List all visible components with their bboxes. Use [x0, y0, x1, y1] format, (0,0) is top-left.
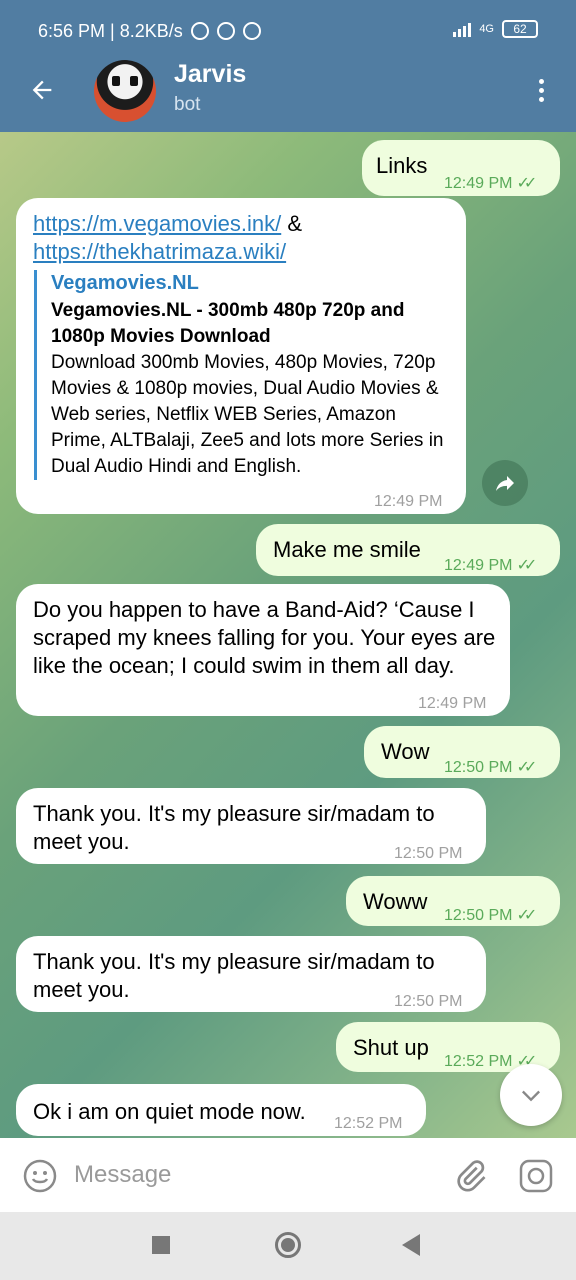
message-outgoing[interactable]: Links 12:49 PM ✓✓ — [362, 140, 560, 196]
message-incoming[interactable]: Do you happen to have a Band-Aid? ‘Cause… — [16, 584, 510, 716]
message-text: Shut up — [353, 1035, 429, 1060]
message-time: 12:52 PM — [444, 1053, 513, 1070]
message-meta: 12:50 PM ✓✓ — [444, 902, 537, 930]
message-input-bar — [0, 1138, 576, 1212]
app-notification-icon — [242, 22, 261, 40]
preview-title: Vegamovies.NL - 300mb 480p 720p and 1080… — [51, 300, 405, 347]
link-khatrimaza[interactable]: https://thekhatrimaza.wiki/ — [33, 239, 286, 264]
battery-icon: 62 — [502, 20, 538, 38]
message-incoming[interactable]: Thank you. It's my pleasure sir/madam to… — [16, 788, 486, 864]
message-outgoing[interactable]: Wow 12:50 PM ✓✓ — [364, 726, 560, 778]
chat-area[interactable]: Links 12:49 PM ✓✓ https://m.vegamovies.i… — [0, 132, 576, 1138]
message-incoming-link[interactable]: https://m.vegamovies.ink/ & https://thek… — [16, 198, 466, 514]
message-links: https://m.vegamovies.ink/ & https://thek… — [33, 210, 453, 266]
chat-title[interactable]: Jarvis — [174, 60, 246, 89]
back-button[interactable] — [24, 72, 60, 108]
link-separator: & — [281, 211, 303, 236]
message-text: Woww — [363, 889, 428, 914]
message-time: 12:49 PM — [374, 493, 443, 510]
preview-site: Vegamovies.NL — [51, 272, 199, 294]
message-time: 12:49 PM — [444, 557, 513, 574]
message-meta: 12:50 PM — [394, 840, 462, 868]
message-time: 12:49 PM — [418, 695, 487, 712]
emoji-icon — [23, 1159, 57, 1193]
message-text: Ok i am on quiet mode now. — [33, 1099, 306, 1124]
chat-toolbar: Jarvis bot — [0, 58, 576, 132]
message-time: 12:50 PM — [394, 993, 463, 1010]
double-check-icon: ✓✓ — [516, 557, 537, 574]
status-right: 4G 62 — [453, 20, 538, 38]
double-check-icon: ✓✓ — [516, 175, 537, 192]
share-icon — [496, 476, 514, 491]
paperclip-icon — [457, 1160, 486, 1192]
message-time: 12:52 PM — [334, 1115, 403, 1132]
recent-apps-button[interactable] — [152, 1236, 170, 1254]
status-left: 6:56 PM | 8.2KB/s — [38, 21, 261, 42]
message-meta: 12:50 PM ✓✓ — [444, 754, 537, 782]
attach-button[interactable] — [452, 1158, 488, 1194]
network-label: 4G — [479, 23, 494, 35]
share-button[interactable] — [482, 460, 528, 506]
message-time: 12:50 PM — [444, 759, 513, 776]
message-meta: 12:49 PM ✓✓ — [444, 552, 537, 580]
double-check-icon: ✓✓ — [516, 759, 537, 776]
message-meta: 12:49 PM — [374, 488, 442, 516]
alarm-icon — [190, 22, 209, 40]
link-vegamovies[interactable]: https://m.vegamovies.ink/ — [33, 211, 281, 236]
message-outgoing[interactable]: Woww 12:50 PM ✓✓ — [346, 876, 560, 926]
status-time: 6:56 PM | 8.2KB/s — [38, 20, 183, 41]
message-time: 12:50 PM — [444, 907, 513, 924]
status-bar: 6:56 PM | 8.2KB/s 4G 62 — [0, 0, 576, 62]
chevron-down-icon — [522, 1090, 540, 1102]
camera-button[interactable] — [518, 1158, 558, 1194]
message-time: 12:50 PM — [394, 845, 463, 862]
message-meta: 12:50 PM — [394, 988, 462, 1016]
message-text: Make me smile — [273, 537, 421, 562]
chat-subtitle: bot — [174, 94, 201, 115]
message-meta: 12:52 PM — [334, 1110, 402, 1138]
message-text: Links — [376, 153, 428, 178]
preview-description: Download 300mb Movies, 480p Movies, 720p… — [51, 352, 444, 477]
app-header: 6:56 PM | 8.2KB/s 4G 62 Jarvis bot — [0, 0, 576, 132]
signal-icon — [453, 21, 472, 37]
message-meta: 12:49 PM — [418, 690, 486, 718]
message-text: Do you happen to have a Band-Aid? ‘Cause… — [33, 597, 496, 678]
instagram-camera-icon — [519, 1159, 553, 1193]
sync-icon — [216, 22, 235, 40]
home-button[interactable] — [275, 1232, 301, 1258]
emoji-button[interactable] — [22, 1158, 58, 1194]
battery-level: 62 — [513, 22, 527, 36]
avatar[interactable] — [94, 60, 156, 122]
message-incoming[interactable]: Thank you. It's my pleasure sir/madam to… — [16, 936, 486, 1012]
message-incoming[interactable]: Ok i am on quiet mode now. 12:52 PM — [16, 1084, 426, 1136]
double-check-icon: ✓✓ — [516, 907, 537, 924]
message-input[interactable] — [74, 1154, 434, 1196]
message-text: Wow — [381, 739, 430, 764]
system-back-button[interactable] — [402, 1234, 420, 1256]
more-vert-icon — [538, 78, 544, 84]
message-outgoing[interactable]: Make me smile 12:49 PM ✓✓ — [256, 524, 560, 576]
system-nav-bar — [0, 1212, 576, 1280]
back-arrow-icon — [32, 80, 52, 100]
scroll-down-button[interactable] — [500, 1064, 562, 1126]
more-options-button[interactable] — [526, 72, 556, 108]
message-time: 12:49 PM — [444, 175, 513, 192]
link-preview[interactable]: Vegamovies.NL Vegamovies.NL - 300mb 480p… — [34, 270, 454, 480]
message-meta: 12:49 PM ✓✓ — [444, 170, 537, 198]
